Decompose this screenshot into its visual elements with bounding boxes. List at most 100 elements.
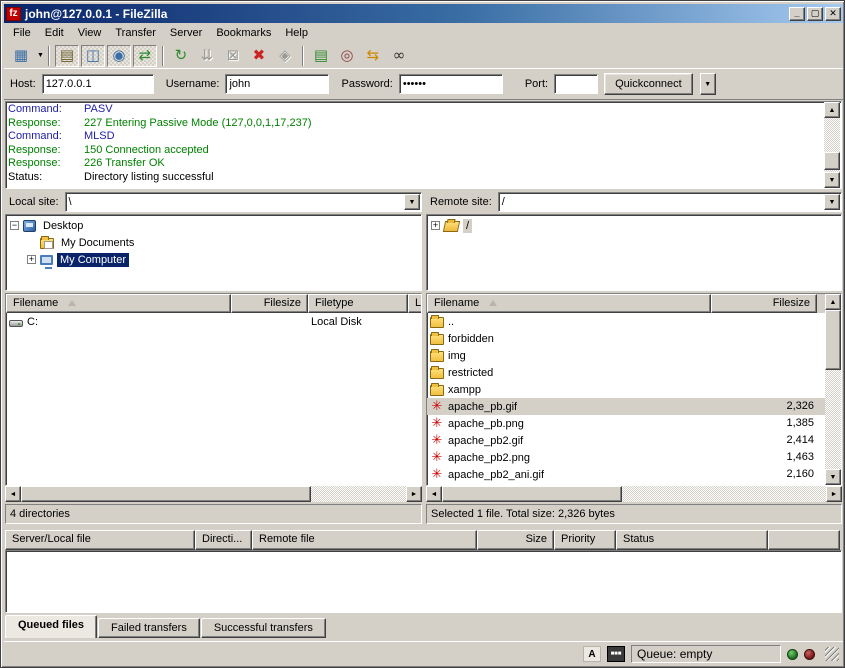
column-header-filetype[interactable]: Filetype (308, 294, 408, 313)
chevron-down-icon[interactable]: ▼ (404, 194, 420, 210)
scroll-up-icon[interactable]: ▲ (824, 102, 840, 118)
file-row[interactable]: .. (427, 313, 841, 330)
close-button[interactable]: ✕ (825, 7, 841, 21)
tree-item[interactable]: +My Computer (6, 251, 421, 268)
host-input[interactable] (42, 74, 154, 94)
desktop-icon (23, 220, 36, 232)
file-row[interactable]: forbidden (427, 330, 841, 347)
file-row[interactable]: ✳apache_pb.gif2,326 (427, 398, 841, 415)
remote-list-hscrollbar[interactable]: ◄ ► (426, 486, 842, 502)
remote-site-combobox[interactable]: / ▼ (498, 192, 842, 212)
remote-hscroll-thumb[interactable] (442, 486, 622, 502)
tab-queued-files[interactable]: Queued files (5, 615, 97, 638)
column-header-filesize[interactable]: Filesize (711, 294, 817, 313)
collapse-icon[interactable]: − (10, 221, 19, 230)
file-row[interactable]: ✳apache_pb2_ani.gif2,160 (427, 466, 841, 483)
refresh-button[interactable]: ↻ (169, 45, 193, 67)
file-row[interactable]: ✳apache_pb2.png1,463 (427, 449, 841, 466)
queue-column-priority[interactable]: Priority (554, 530, 616, 550)
password-input[interactable] (399, 74, 503, 94)
remote-file-list[interactable]: FilenameFilesize..forbiddenimgrestricted… (426, 293, 842, 486)
menu-help[interactable]: Help (278, 25, 315, 41)
site-manager-button[interactable]: ▦ (9, 45, 33, 67)
menu-transfer[interactable]: Transfer (108, 25, 163, 41)
menu-file[interactable]: File (6, 25, 38, 41)
menu-server[interactable]: Server (163, 25, 209, 41)
find-files-button[interactable]: ∞ (387, 45, 411, 67)
site-manager-dropdown-icon[interactable]: ▼ (37, 52, 44, 59)
queue-column-serverlocalfile[interactable]: Server/Local file (5, 530, 195, 550)
expand-icon[interactable]: + (431, 221, 440, 230)
speed-limits-icon[interactable]: ■■■ (607, 646, 625, 662)
toggle-remote-tree-button[interactable]: ◉ (107, 45, 131, 67)
queue-column-remotefile[interactable]: Remote file (252, 530, 477, 550)
transfer-type-icon[interactable]: A (583, 646, 601, 662)
menu-bookmarks[interactable]: Bookmarks (209, 25, 278, 41)
quickconnect-dropdown-icon[interactable]: ▼ (700, 73, 716, 95)
log-line: Response:226 Transfer OK (8, 157, 841, 171)
column-header-filename[interactable]: Filename (6, 294, 231, 313)
column-header-filesize[interactable]: Filesize (231, 294, 308, 313)
username-input[interactable] (225, 74, 329, 94)
local-site-combobox[interactable]: \ ▼ (65, 192, 422, 212)
file-row[interactable]: restricted (427, 364, 841, 381)
scroll-up-icon[interactable]: ▲ (825, 294, 841, 310)
queue-column-spacer[interactable] (768, 530, 840, 550)
tree-item[interactable]: My Documents (6, 234, 421, 251)
column-header-filename[interactable]: Filename (427, 294, 711, 313)
file-row[interactable]: C:Local Disk (6, 313, 421, 330)
remote-list-vscrollbar[interactable]: ▲ ▼ (825, 294, 841, 485)
scroll-right-icon[interactable]: ► (826, 486, 842, 502)
file-row[interactable]: ✳apache_pb2.gif2,414 (427, 432, 841, 449)
log-line-label: Status: (8, 171, 84, 185)
toggle-local-tree-button[interactable]: ◫ (81, 45, 105, 67)
expand-icon[interactable]: + (27, 255, 36, 264)
minimize-button[interactable]: _ (789, 7, 805, 21)
file-list-header: FilenameFilesizeFiletypeL (6, 294, 421, 313)
log-vscrollbar[interactable]: ▲ ▼ (824, 102, 840, 188)
tab-successful-transfers[interactable]: Successful transfers (201, 618, 326, 638)
file-row[interactable]: xampp (427, 381, 841, 398)
queue-column-status[interactable]: Status (616, 530, 768, 550)
scroll-left-icon[interactable]: ◄ (5, 486, 21, 502)
sort-ascending-icon (489, 300, 497, 306)
queue-list[interactable] (5, 550, 842, 613)
toolbar-separator (162, 46, 164, 66)
message-log[interactable]: Command:PASVResponse:227 Entering Passiv… (5, 101, 842, 189)
tree-item[interactable]: −Desktop (6, 217, 421, 234)
local-list-hscrollbar[interactable]: ◄ ► (5, 486, 422, 502)
menu-edit[interactable]: Edit (38, 25, 71, 41)
compare-button[interactable]: ◎ (335, 45, 359, 67)
title-bar[interactable]: fz john@127.0.0.1 - FileZilla _ ▢ ✕ (4, 4, 843, 23)
file-row[interactable]: img (427, 347, 841, 364)
sync-browsing-button[interactable]: ⇆ (361, 45, 385, 67)
file-size-cell (711, 313, 817, 330)
file-row[interactable]: ✳apache_pb.png1,385 (427, 415, 841, 432)
local-tree[interactable]: −DesktopMy Documents+My Computer (5, 214, 422, 291)
disconnect-button[interactable]: ✖ (247, 45, 271, 67)
file-size-cell: 2,326 (711, 398, 817, 415)
remote-tree[interactable]: +/ (426, 214, 842, 291)
queue-column-size[interactable]: Size (477, 530, 554, 550)
tree-item[interactable]: +/ (427, 217, 841, 234)
resize-grip[interactable] (825, 647, 839, 661)
maximize-button[interactable]: ▢ (807, 7, 823, 21)
tab-failed-transfers[interactable]: Failed transfers (98, 618, 200, 638)
scroll-right-icon[interactable]: ► (406, 486, 422, 502)
column-header-l[interactable]: L (408, 294, 422, 313)
toggle-queue-button[interactable]: ⇄ (133, 45, 157, 67)
menu-view[interactable]: View (71, 25, 109, 41)
queue-column-directi[interactable]: Directi... (195, 530, 252, 550)
quickconnect-button[interactable]: Quickconnect (604, 73, 693, 95)
scroll-down-icon[interactable]: ▼ (825, 469, 841, 485)
local-file-list[interactable]: FilenameFilesizeFiletypeLC:Local Disk (5, 293, 422, 486)
local-hscroll-thumb[interactable] (21, 486, 311, 502)
filter-button[interactable]: ▤ (309, 45, 333, 67)
scroll-left-icon[interactable]: ◄ (426, 486, 442, 502)
scroll-down-icon[interactable]: ▼ (824, 172, 840, 188)
chevron-down-icon[interactable]: ▼ (824, 194, 840, 210)
remote-scroll-thumb[interactable] (825, 310, 841, 370)
port-input[interactable] (554, 74, 598, 94)
log-scroll-thumb[interactable] (824, 152, 840, 170)
toggle-message-log-button[interactable]: ▤ (55, 45, 79, 67)
